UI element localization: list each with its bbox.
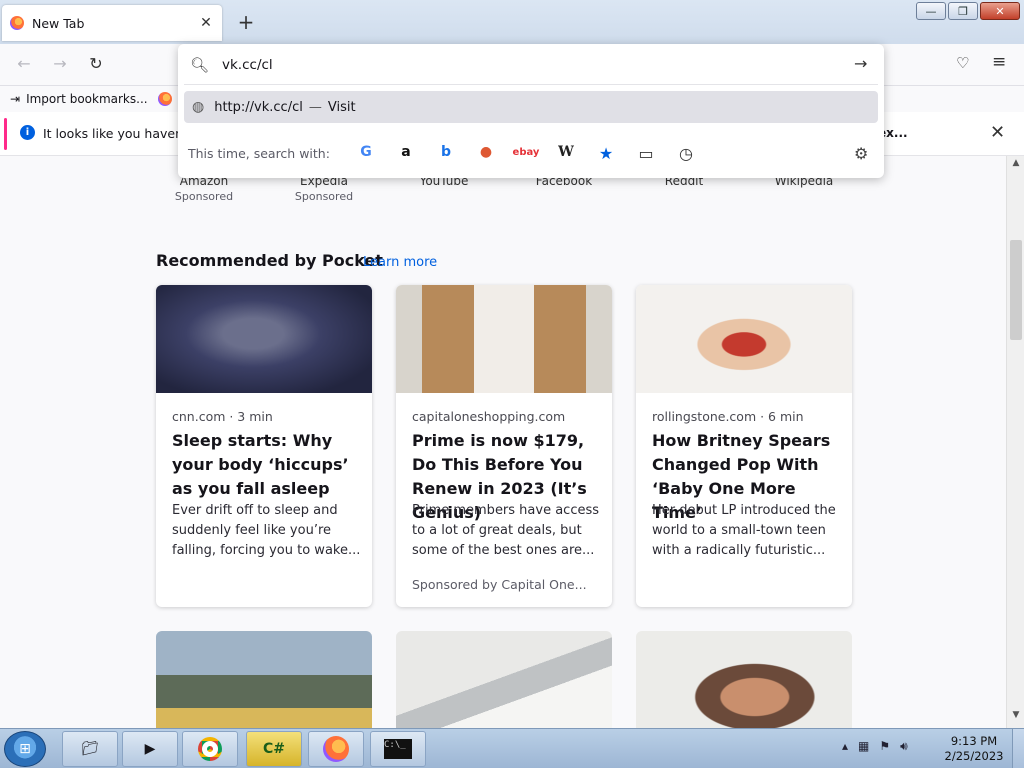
card-sponsor: Sponsored by Capital One... — [412, 577, 587, 592]
minimize-button[interactable]: — — [916, 2, 946, 20]
card-image-partial[interactable] — [396, 631, 612, 728]
taskbar: ⊞ 📁︎ ▶ C# C:\_ ▴ ▦ ⚑ 🔊︎ 9:13 PM 2/25/202… — [0, 728, 1024, 768]
google-icon[interactable]: G — [346, 144, 386, 163]
notification-close-icon[interactable]: ✕ — [990, 122, 1005, 143]
taskbar-chrome[interactable] — [182, 731, 238, 767]
taskbar-media-player[interactable]: ▶ — [122, 731, 178, 767]
history-clock-icon[interactable]: ◷ — [666, 144, 706, 163]
sponsored-label: Sponsored — [174, 190, 234, 203]
firefox-icon — [10, 16, 24, 30]
flag-icon[interactable]: ⚑ — [879, 739, 890, 754]
import-bookmarks-link[interactable]: ⇥ Import bookmarks... — [10, 92, 148, 106]
windows-logo-icon: ⊞ — [19, 741, 31, 757]
tab-bar: New Tab ✕ + — ❐ ✕ — [0, 0, 1024, 44]
card-image-partial[interactable] — [636, 631, 852, 728]
tab-title: New Tab — [32, 15, 85, 31]
import-bookmarks-label: Import bookmarks... — [26, 92, 148, 106]
learn-more-link[interactable]: Learn more — [363, 255, 437, 270]
sponsored-label: Sponsored — [294, 190, 354, 203]
card-image — [156, 285, 372, 393]
card-image — [636, 285, 852, 393]
gear-icon[interactable]: ⚙ — [854, 144, 868, 163]
card-headline: Sleep starts: Why your body ‘hiccups’ as… — [172, 431, 349, 498]
card-image — [396, 285, 612, 393]
back-button[interactable]: ← — [12, 54, 36, 76]
show-desktop-button[interactable] — [1012, 729, 1024, 768]
forward-button[interactable]: → — [48, 54, 72, 76]
folder-icon: 📁︎ — [81, 741, 99, 757]
bing-icon[interactable]: b — [426, 144, 466, 163]
suggestion-url: http://vk.cc/cl — [214, 99, 303, 115]
clock-date: 2/25/2023 — [944, 749, 1004, 763]
url-suggestion-row[interactable]: ◍ http://vk.cc/cl — Visit — [184, 91, 878, 123]
volume-icon[interactable]: 🔊︎ — [900, 739, 908, 754]
csharp-icon: C# — [262, 741, 285, 757]
info-icon: i — [20, 125, 35, 140]
tab-new-tab[interactable]: New Tab ✕ — [2, 5, 222, 41]
firefox-icon — [157, 92, 172, 106]
pocket-section-title: Recommended by Pocket — [156, 251, 383, 270]
card-excerpt: Prime members have access to a lot of gr… — [412, 503, 600, 558]
suggestion-separator: — — [308, 99, 322, 115]
globe-icon: ◍ — [192, 99, 205, 115]
card-excerpt: Her debut LP introduced the world to a s… — [652, 503, 836, 558]
topsite-amazon[interactable]: Amazon Sponsored — [154, 174, 254, 203]
pocket-card[interactable]: rollingstone.com · 6 min How Britney Spe… — [636, 285, 852, 607]
close-window-button[interactable]: ✕ — [980, 2, 1020, 20]
card-source: rollingstone.com · 6 min — [652, 409, 804, 424]
taskbar-firefox[interactable] — [308, 731, 364, 767]
card-excerpt: Ever drift off to sleep and suddenly fee… — [172, 503, 361, 558]
taskbar-cmd[interactable]: C:\_ — [370, 731, 426, 767]
terminal-icon: C:\_ — [384, 739, 412, 759]
bookmarks-star-icon[interactable]: ★ — [586, 144, 626, 163]
window-controls: — ❐ ✕ — [916, 2, 1020, 20]
suggestion-action: Visit — [327, 99, 356, 115]
media-player-icon: ▶ — [144, 741, 156, 757]
taskbar-csharp[interactable]: C# — [246, 731, 302, 767]
topsite-expedia[interactable]: Expedia Sponsored — [274, 174, 374, 203]
tabs-icon[interactable]: ▭ — [626, 144, 666, 163]
maximize-button[interactable]: ❐ — [948, 2, 978, 20]
tray-expand-icon[interactable]: ▴ — [842, 739, 848, 754]
go-arrow-icon[interactable]: → — [854, 54, 867, 73]
urlbar-panel: 🔍︎ → ◍ http://vk.cc/cl — Visit This time… — [178, 44, 884, 178]
pocket-card[interactable]: cnn.com · 3 min Sleep starts: Why your b… — [156, 285, 372, 607]
amazon-icon[interactable]: a — [386, 144, 426, 163]
search-icon: 🔍︎ — [190, 56, 210, 74]
duckduckgo-icon[interactable]: ● — [466, 144, 506, 163]
pocket-card-sponsored[interactable]: capitaloneshopping.com Prime is now $179… — [396, 285, 612, 607]
pocket-icon[interactable]: ♡ — [956, 54, 969, 72]
chrome-icon — [198, 737, 222, 761]
wikipedia-icon[interactable]: W — [546, 144, 586, 163]
ebay-icon[interactable]: ebay — [506, 144, 546, 163]
clock-time: 9:13 PM — [950, 734, 998, 748]
start-button[interactable]: ⊞ — [4, 731, 46, 767]
new-tab-button[interactable]: + — [234, 10, 258, 34]
card-image-partial[interactable] — [156, 631, 372, 728]
search-engine-list: G a b ● ebay W ★ ▭ ◷ — [346, 144, 706, 163]
import-icon: ⇥ — [10, 92, 21, 106]
panel-divider — [184, 84, 878, 85]
url-input[interactable] — [222, 54, 802, 76]
tab-close-icon[interactable]: ✕ — [198, 15, 214, 31]
card-source: capitaloneshopping.com — [412, 409, 566, 424]
network-icon[interactable]: ▦ — [858, 739, 869, 754]
reload-button[interactable]: ↻ — [84, 54, 108, 76]
scroll-up-icon[interactable]: ▲ — [1007, 158, 1024, 174]
new-tab-page: Amazon Sponsored Expedia Sponsored YouTu… — [0, 156, 1006, 728]
system-tray: ▴ ▦ ⚑ 🔊︎ — [842, 739, 908, 754]
notification-stripe — [4, 118, 7, 150]
menu-icon[interactable]: ≡ — [992, 52, 1006, 72]
page-scrollbar[interactable]: ▲ ▼ — [1006, 156, 1024, 728]
card-source: cnn.com · 3 min — [172, 409, 273, 424]
search-with-label: This time, search with: — [188, 146, 330, 161]
clock[interactable]: 9:13 PM 2/25/2023 — [944, 734, 1004, 764]
taskbar-explorer[interactable]: 📁︎ — [62, 731, 118, 767]
scroll-down-icon[interactable]: ▼ — [1007, 710, 1024, 726]
firefox-icon — [323, 736, 349, 762]
scroll-thumb[interactable] — [1010, 240, 1022, 340]
